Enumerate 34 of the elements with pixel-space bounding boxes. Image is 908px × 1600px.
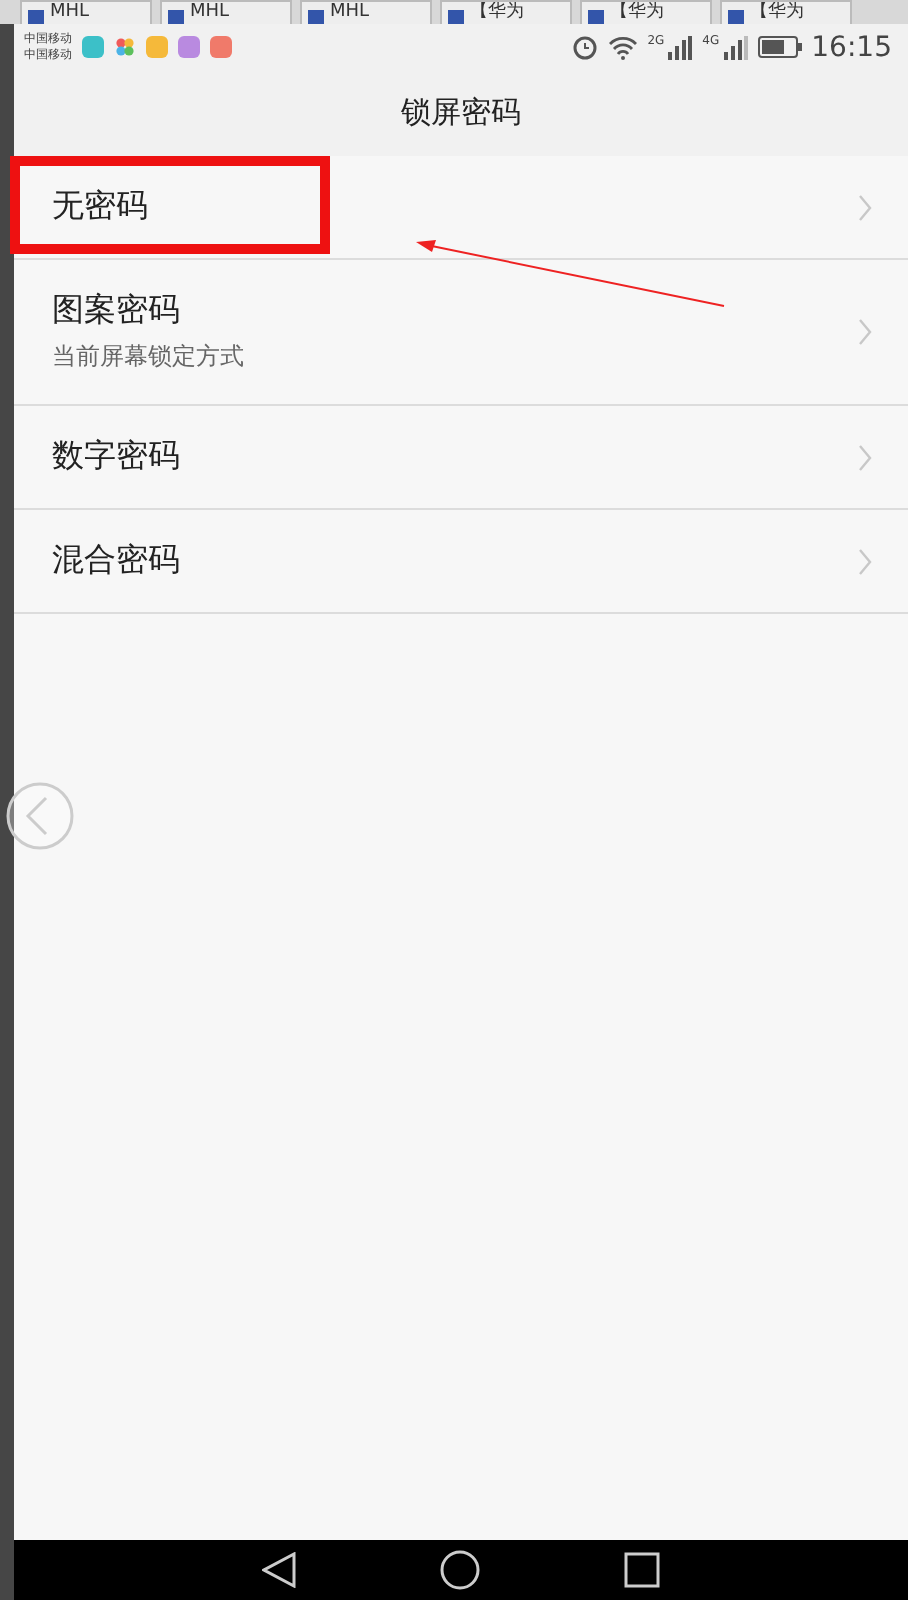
home-nav-icon[interactable] <box>440 1550 480 1590</box>
tab-favicon-icon <box>308 10 324 24</box>
signal-icon <box>666 35 693 59</box>
tab-title: MHL <box>330 2 370 24</box>
tab-favicon-icon <box>168 10 184 24</box>
option-label: 图案密码 <box>52 290 182 332</box>
chevron-right-icon <box>858 318 872 346</box>
tab-favicon-icon <box>728 10 744 24</box>
wifi-icon <box>607 35 638 59</box>
screen-title: 锁屏密码 <box>401 94 521 132</box>
tab-favicon-icon <box>448 10 464 24</box>
chevron-right-icon <box>858 443 872 471</box>
option-description: 当前屏幕锁定方式 <box>52 340 246 374</box>
recents-nav-icon[interactable] <box>624 1552 660 1588</box>
clock-time: 16:15 <box>811 31 892 63</box>
option-label: 无密码 <box>52 186 150 228</box>
flower-app-icon <box>114 36 136 58</box>
tab-favicon-icon <box>28 10 44 24</box>
option-label: 混合密码 <box>52 540 182 582</box>
chevron-right-icon <box>858 547 872 575</box>
signal-icon <box>721 35 748 59</box>
floating-back-button[interactable] <box>4 780 76 852</box>
tab-favicon-icon <box>588 10 604 24</box>
browser-tab[interactable]: MHL <box>20 0 152 24</box>
back-nav-icon[interactable] <box>262 1552 296 1588</box>
option-label: 数字密码 <box>52 436 182 478</box>
browser-tab[interactable]: MHL <box>300 0 432 24</box>
battery-icon <box>757 36 802 58</box>
tab-title: MHL <box>190 2 230 24</box>
alarm-icon <box>571 34 598 60</box>
chevron-right-icon <box>858 193 872 221</box>
lock-option-row[interactable]: 无密码 <box>14 156 908 260</box>
tab-title: MHL <box>50 2 90 24</box>
browser-tab[interactable]: MHL <box>160 0 292 24</box>
